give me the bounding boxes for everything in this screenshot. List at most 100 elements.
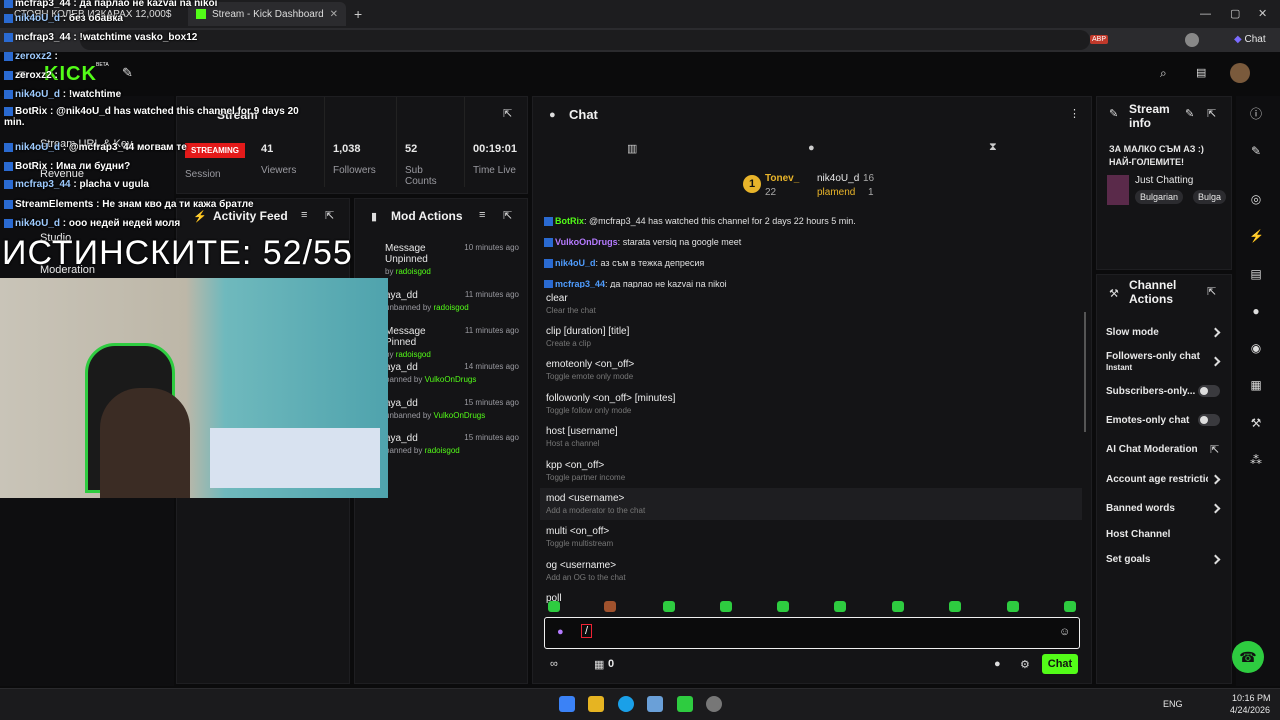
clock-time[interactable]: 10:16 PM: [1232, 693, 1271, 703]
command-option[interactable]: og <username> Add an OG to the chat: [546, 560, 1076, 582]
popout-icon[interactable]: ⇱: [1207, 107, 1216, 120]
action-followers-only[interactable]: Followers-only chat: [1106, 351, 1200, 362]
external-link-icon[interactable]: ⇱: [1210, 443, 1219, 456]
mod-action-user[interactable]: radoisgod: [425, 446, 460, 455]
mod-action-user[interactable]: VulkoOnDrugs: [434, 411, 486, 420]
mod-action-user[interactable]: radoisgod: [434, 303, 469, 312]
layout-icon[interactable]: ▦: [1249, 378, 1263, 392]
emote-icon[interactable]: [949, 601, 961, 612]
user-avatar[interactable]: [1230, 63, 1250, 83]
chat-username[interactable]: VulkoOnDrugs: [555, 237, 618, 247]
emoji-icon[interactable]: ☺: [1059, 626, 1070, 638]
action-subscribers-only[interactable]: Subscribers-only...: [1106, 386, 1195, 397]
chat-bubble-icon[interactable]: ●: [994, 658, 1001, 670]
action-emotes-only[interactable]: Emotes-only chat: [1106, 415, 1189, 426]
command-option[interactable]: multi <on_off> Toggle multistream: [546, 526, 1076, 548]
action-ai-moderation[interactable]: AI Chat Moderation: [1106, 444, 1198, 455]
emote-icon[interactable]: [1064, 601, 1076, 612]
chat-username[interactable]: BotRix: [555, 216, 584, 226]
store-icon[interactable]: [647, 696, 663, 712]
mod-action-user[interactable]: VulkoOnDrugs: [425, 375, 477, 384]
url-input[interactable]: [80, 30, 1090, 50]
command-option[interactable]: kpp <on_off> Toggle partner income: [546, 460, 1076, 482]
command-option[interactable]: clip [duration] [title] Create a clip: [546, 326, 1076, 348]
chat-mode-icon[interactable]: ●: [808, 142, 815, 154]
subscribers-toggle[interactable]: [1198, 385, 1220, 397]
broadcast-icon[interactable]: ◉: [1249, 341, 1263, 355]
action-set-goals[interactable]: Set goals: [1106, 554, 1150, 565]
category-name[interactable]: Just Chatting: [1135, 175, 1193, 186]
overlay-username: nik4oU_d: [15, 13, 61, 24]
command-option[interactable]: poll: [546, 593, 1076, 604]
filter-icon[interactable]: ≡: [479, 209, 485, 221]
profile-avatar[interactable]: [1185, 33, 1199, 47]
emote-icon[interactable]: [1007, 601, 1019, 612]
edit-icon[interactable]: ✎: [1249, 144, 1263, 158]
hourglass-icon[interactable]: ⧗: [989, 141, 997, 154]
chat-username[interactable]: nik4oU_d: [555, 258, 596, 268]
command-option[interactable]: followonly <on_off> [minutes] Toggle foll…: [546, 393, 1076, 415]
maximize-icon[interactable]: ▢: [1230, 7, 1240, 20]
scrollbar[interactable]: [1084, 312, 1086, 432]
start-icon[interactable]: [559, 696, 575, 712]
command-option[interactable]: host [username] Host a channel: [546, 426, 1076, 448]
target-icon[interactable]: ◎: [1249, 192, 1263, 206]
edit-icon[interactable]: ✎: [1185, 107, 1194, 120]
action-account-age[interactable]: Account age restrictio: [1106, 474, 1208, 485]
emote-icon[interactable]: [663, 601, 675, 612]
mod-action-user[interactable]: radoisgod: [396, 267, 431, 276]
command-option[interactable]: emoteonly <on_off> Toggle emote only mode: [546, 359, 1076, 381]
trash-icon[interactable]: ▥: [627, 142, 637, 155]
mod-action-time: 14 minutes ago: [464, 362, 519, 371]
action-banned-words[interactable]: Banned words: [1106, 503, 1175, 514]
emote-icon[interactable]: [604, 601, 616, 612]
settings-app-icon[interactable]: [706, 696, 722, 712]
popout-icon[interactable]: ⇱: [325, 209, 334, 222]
stream-info-title: Stream info: [1129, 102, 1170, 130]
send-chat-button[interactable]: Chat: [1042, 654, 1078, 674]
settings-icon[interactable]: ⚙: [1020, 658, 1030, 671]
emotes-toggle[interactable]: [1198, 414, 1220, 426]
explorer-icon[interactable]: [588, 696, 604, 712]
filter-icon[interactable]: ≡: [301, 209, 307, 221]
info-icon[interactable]: ⓘ: [1249, 107, 1263, 121]
support-button[interactable]: ☎: [1232, 641, 1264, 673]
minimize-icon[interactable]: —: [1200, 8, 1211, 20]
clock-date[interactable]: 4/24/2026: [1230, 705, 1270, 715]
infinity-icon[interactable]: ∞: [550, 658, 558, 670]
popout-icon[interactable]: ⇱: [1207, 285, 1216, 298]
pin-icon[interactable]: ✎: [122, 65, 133, 81]
mod-action-user[interactable]: radoisgod: [396, 350, 431, 359]
emote-icon[interactable]: [720, 601, 732, 612]
new-tab-icon[interactable]: +: [354, 6, 362, 22]
emote-icon[interactable]: [777, 601, 789, 612]
action-host-channel[interactable]: Host Channel: [1106, 529, 1170, 540]
chat-input[interactable]: ● / ☺: [544, 617, 1080, 649]
emote-icon[interactable]: [548, 601, 560, 612]
wrench-icon[interactable]: ⚒: [1249, 416, 1263, 430]
close-tab-icon[interactable]: ✕: [330, 9, 338, 20]
wallet-icon[interactable]: ▤: [1196, 66, 1206, 79]
emote-icon[interactable]: [834, 601, 846, 612]
action-slow-mode[interactable]: Slow mode: [1106, 327, 1159, 338]
lightning-icon[interactable]: ⚡: [1249, 229, 1264, 243]
tag-chip[interactable]: Bulgarian: [1135, 190, 1184, 204]
command-option[interactable]: clear Clear the chat: [546, 293, 1076, 315]
close-window-icon[interactable]: ✕: [1258, 7, 1267, 20]
emote-icon[interactable]: [892, 601, 904, 612]
copilot-button[interactable]: ◆ Chat: [1234, 34, 1266, 45]
popout-icon[interactable]: ⇱: [503, 209, 512, 222]
edge-icon[interactable]: [618, 696, 634, 712]
mic-icon[interactable]: ●: [557, 626, 564, 638]
apps-icon[interactable]: ⁂: [1249, 453, 1263, 467]
command-option[interactable]: mod <username> Add a moderator to the cha…: [546, 493, 1076, 515]
more-options-icon[interactable]: ⋮: [1069, 107, 1080, 120]
notes-icon[interactable]: ▤: [1249, 267, 1263, 281]
chat-icon[interactable]: ●: [1249, 304, 1263, 318]
tag-chip[interactable]: Bulga: [1193, 190, 1227, 204]
language-indicator[interactable]: ENG: [1163, 699, 1183, 709]
xbox-icon[interactable]: [677, 696, 693, 712]
gift-icon[interactable]: ▦: [594, 658, 604, 671]
search-icon[interactable]: ⌕: [1160, 66, 1167, 81]
adblock-icon[interactable]: ABP: [1090, 35, 1109, 44]
